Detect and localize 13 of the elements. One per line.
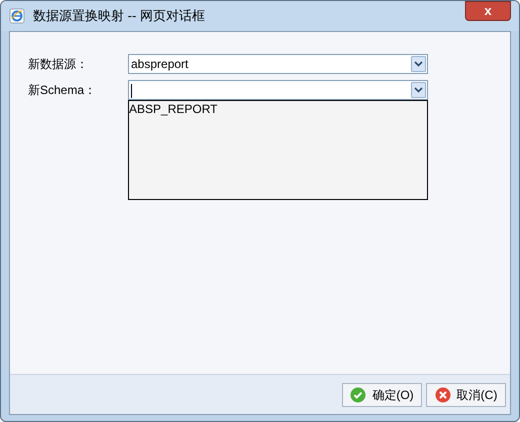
check-icon — [350, 386, 366, 402]
text-cursor — [131, 84, 132, 98]
dialog-button[interactable]: 确定(O) — [342, 382, 422, 406]
field-label: 新数据源： — [28, 56, 89, 73]
cancel-icon — [434, 386, 451, 402]
dropdown-option[interactable]: ABSP_REPORT — [129, 101, 427, 117]
dialog-button[interactable]: 取消(C) — [426, 382, 506, 406]
window-title: 数据源置换映射 -- 网页对话框 — [33, 7, 205, 26]
combo-value: abspreport — [130, 56, 190, 73]
combo-box[interactable]: abspreport — [128, 54, 428, 74]
close-button[interactable]: x — [465, 1, 511, 21]
field-label: 新Schema： — [28, 82, 98, 99]
browser-icon — [9, 8, 25, 24]
